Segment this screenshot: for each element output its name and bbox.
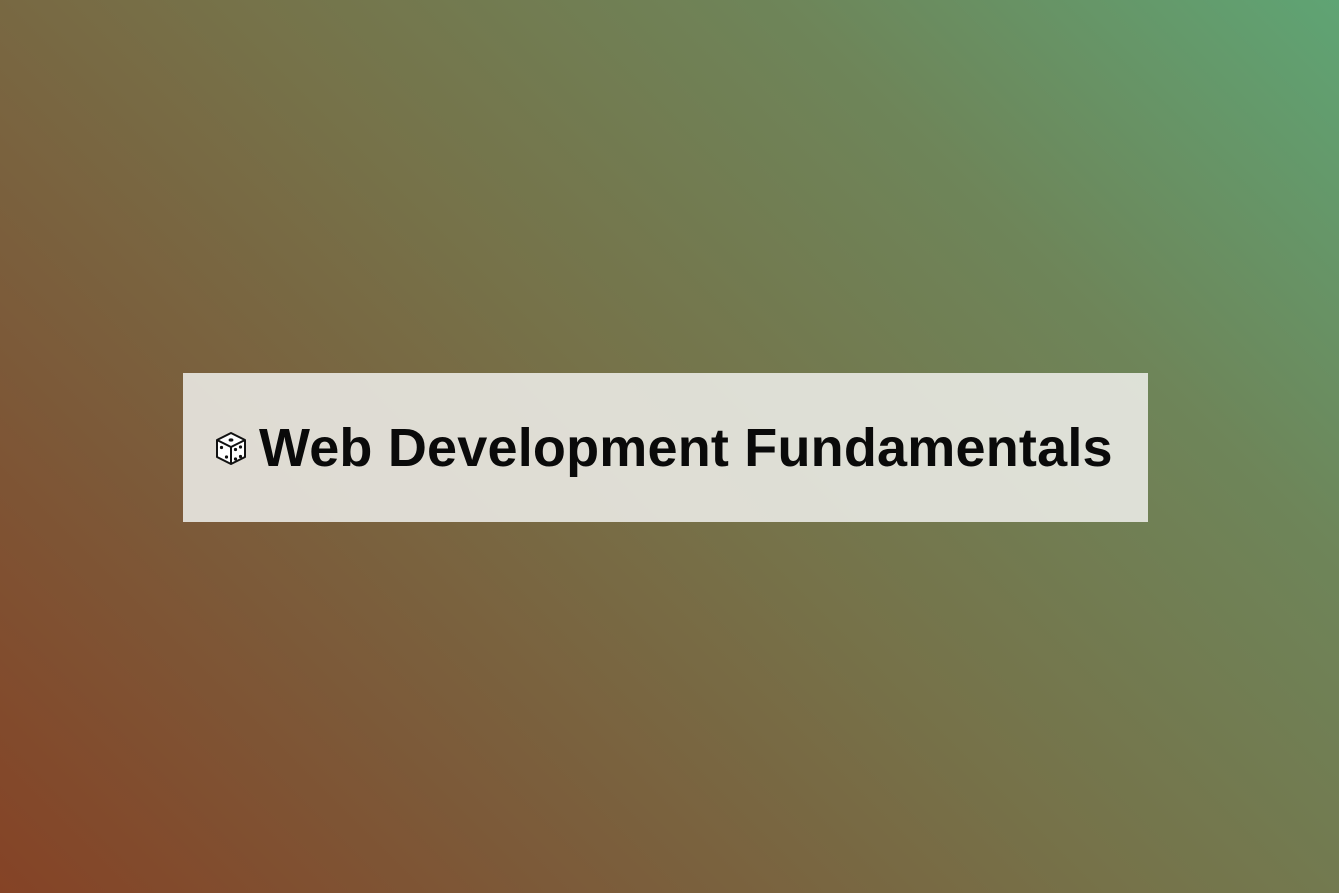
title-card: Web Development Fundamentals [183, 373, 1148, 522]
page-background: { "header": { "title": "Web Development … [0, 0, 1339, 893]
dice-icon [215, 431, 247, 467]
page-title: Web Development Fundamentals [259, 417, 1113, 478]
